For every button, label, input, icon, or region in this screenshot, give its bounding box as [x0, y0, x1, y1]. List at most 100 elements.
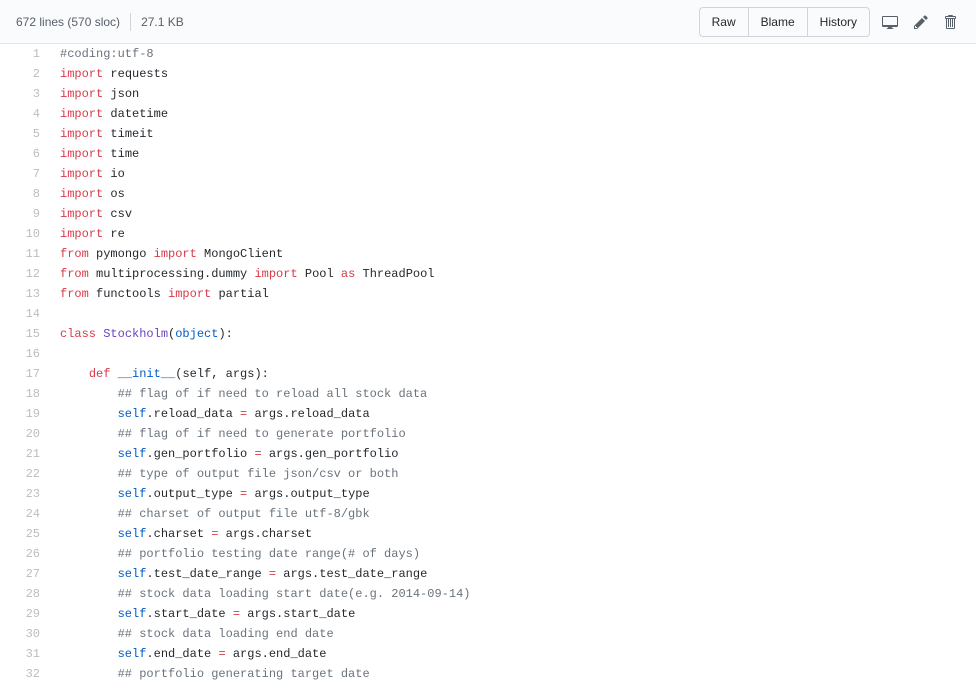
line-content: ## flag of if need to reload all stock d…: [50, 384, 427, 404]
code-viewer: 1#coding:utf-82import requests3import js…: [0, 44, 976, 684]
line-content: import datetime: [50, 104, 168, 124]
code-line: 7import io: [0, 164, 976, 184]
line-content: ## portfolio testing date range(# of day…: [50, 544, 420, 564]
code-line: 23 self.output_type = args.output_type: [0, 484, 976, 504]
line-content: ## stock data loading start date(e.g. 20…: [50, 584, 470, 604]
line-number[interactable]: 4: [0, 104, 50, 124]
line-content: self.end_date = args.end_date: [50, 644, 326, 664]
line-number[interactable]: 17: [0, 364, 50, 384]
line-content: import time: [50, 144, 139, 164]
code-line: 32 ## portfolio generating target date: [0, 664, 976, 684]
line-number[interactable]: 2: [0, 64, 50, 84]
code-line: 19 self.reload_data = args.reload_data: [0, 404, 976, 424]
line-number[interactable]: 19: [0, 404, 50, 424]
line-number[interactable]: 31: [0, 644, 50, 664]
code-line: 31 self.end_date = args.end_date: [0, 644, 976, 664]
code-line: 12from multiprocessing.dummy import Pool…: [0, 264, 976, 284]
line-number[interactable]: 29: [0, 604, 50, 624]
line-content: import re: [50, 224, 125, 244]
line-number[interactable]: 11: [0, 244, 50, 264]
line-content: from multiprocessing.dummy import Pool a…: [50, 264, 435, 284]
code-line: 18 ## flag of if need to reload all stoc…: [0, 384, 976, 404]
line-number[interactable]: 30: [0, 624, 50, 644]
line-content: import io: [50, 164, 125, 184]
line-number[interactable]: 9: [0, 204, 50, 224]
file-header: 672 lines (570 sloc) 27.1 KB Raw Blame H…: [0, 0, 976, 44]
line-number[interactable]: 3: [0, 84, 50, 104]
line-content: import requests: [50, 64, 168, 84]
trash-icon[interactable]: [940, 10, 960, 34]
code-line: 28 ## stock data loading start date(e.g.…: [0, 584, 976, 604]
line-number[interactable]: 24: [0, 504, 50, 524]
line-content: [50, 304, 60, 324]
lines-count: 672 lines (570 sloc): [16, 15, 120, 29]
code-line: 11from pymongo import MongoClient: [0, 244, 976, 264]
line-number[interactable]: 26: [0, 544, 50, 564]
line-number[interactable]: 28: [0, 584, 50, 604]
line-number[interactable]: 8: [0, 184, 50, 204]
history-button[interactable]: History: [807, 7, 870, 37]
file-actions: Raw Blame History: [699, 7, 960, 37]
line-content: ## charset of output file utf-8/gbk: [50, 504, 370, 524]
line-number[interactable]: 16: [0, 344, 50, 364]
line-number[interactable]: 7: [0, 164, 50, 184]
code-line: 21 self.gen_portfolio = args.gen_portfol…: [0, 444, 976, 464]
code-line: 30 ## stock data loading end date: [0, 624, 976, 644]
file-info: 672 lines (570 sloc) 27.1 KB: [16, 13, 184, 31]
line-number[interactable]: 14: [0, 304, 50, 324]
code-line: 29 self.start_date = args.start_date: [0, 604, 976, 624]
line-content: from functools import partial: [50, 284, 269, 304]
code-line: 16: [0, 344, 976, 364]
line-content: import json: [50, 84, 139, 104]
line-number[interactable]: 23: [0, 484, 50, 504]
code-line: 14: [0, 304, 976, 324]
line-number[interactable]: 13: [0, 284, 50, 304]
code-line: 5import timeit: [0, 124, 976, 144]
line-content: self.charset = args.charset: [50, 524, 312, 544]
code-line: 4import datetime: [0, 104, 976, 124]
code-line: 3import json: [0, 84, 976, 104]
line-number[interactable]: 10: [0, 224, 50, 244]
line-content: ## type of output file json/csv or both: [50, 464, 398, 484]
line-content: self.test_date_range = args.test_date_ra…: [50, 564, 427, 584]
line-content: import os: [50, 184, 125, 204]
file-size: 27.1 KB: [141, 15, 184, 29]
blame-button[interactable]: Blame: [748, 7, 808, 37]
line-number[interactable]: 27: [0, 564, 50, 584]
code-line: 27 self.test_date_range = args.test_date…: [0, 564, 976, 584]
raw-button[interactable]: Raw: [699, 7, 749, 37]
line-content: ## flag of if need to generate portfolio: [50, 424, 406, 444]
code-line: 22 ## type of output file json/csv or bo…: [0, 464, 976, 484]
code-line: 8import os: [0, 184, 976, 204]
line-content: ## portfolio generating target date: [50, 664, 370, 684]
line-content: from pymongo import MongoClient: [50, 244, 283, 264]
line-content: import csv: [50, 204, 132, 224]
line-number[interactable]: 5: [0, 124, 50, 144]
line-number[interactable]: 1: [0, 44, 50, 64]
line-number[interactable]: 21: [0, 444, 50, 464]
line-number[interactable]: 18: [0, 384, 50, 404]
code-line: 24 ## charset of output file utf-8/gbk: [0, 504, 976, 524]
line-number[interactable]: 15: [0, 324, 50, 344]
desktop-icon[interactable]: [878, 10, 902, 34]
code-line: 2import requests: [0, 64, 976, 84]
line-content: self.reload_data = args.reload_data: [50, 404, 370, 424]
code-line: 26 ## portfolio testing date range(# of …: [0, 544, 976, 564]
line-number[interactable]: 20: [0, 424, 50, 444]
pencil-icon[interactable]: [910, 10, 932, 34]
code-line: 13from functools import partial: [0, 284, 976, 304]
line-number[interactable]: 22: [0, 464, 50, 484]
info-divider: [130, 13, 131, 31]
line-content: self.output_type = args.output_type: [50, 484, 370, 504]
line-content: self.gen_portfolio = args.gen_portfolio: [50, 444, 398, 464]
code-line: 17 def __init__(self, args):: [0, 364, 976, 384]
line-content: class Stockholm(object):: [50, 324, 233, 344]
line-content: def __init__(self, args):: [50, 364, 269, 384]
code-line: 10import re: [0, 224, 976, 244]
line-number[interactable]: 25: [0, 524, 50, 544]
line-number[interactable]: 32: [0, 664, 50, 684]
line-number[interactable]: 6: [0, 144, 50, 164]
line-content: ## stock data loading end date: [50, 624, 334, 644]
line-content: self.start_date = args.start_date: [50, 604, 355, 624]
line-number[interactable]: 12: [0, 264, 50, 284]
